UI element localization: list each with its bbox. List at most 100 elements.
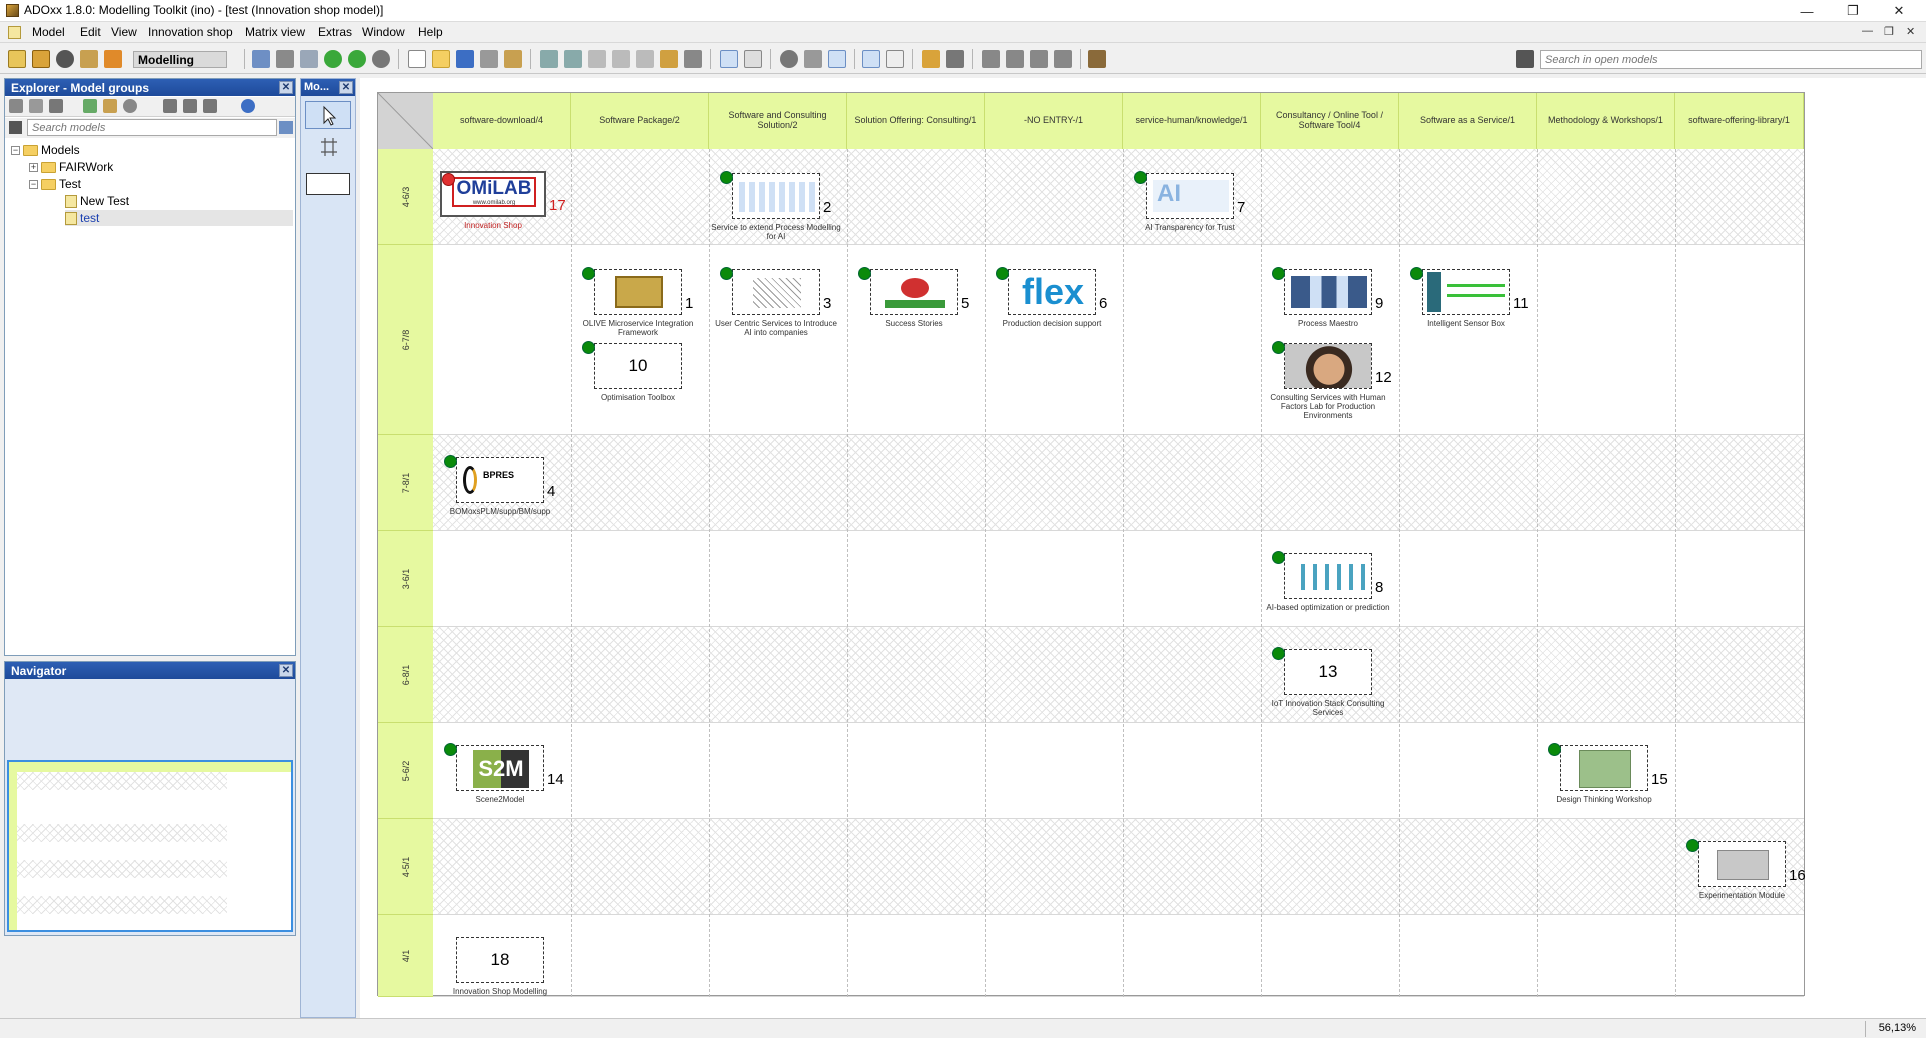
open-icon[interactable] [432, 50, 450, 68]
status-dot[interactable] [720, 171, 733, 184]
distribute-icon[interactable] [1030, 50, 1048, 68]
new-icon[interactable] [408, 50, 426, 68]
menu-extras[interactable]: Extras [318, 25, 352, 39]
evaluation-icon[interactable] [104, 50, 122, 68]
tree-item-models[interactable]: − Models [11, 142, 80, 158]
forward-icon[interactable] [348, 50, 366, 68]
print-icon[interactable] [480, 50, 498, 68]
mdi-close-icon[interactable]: ✕ [1906, 25, 1915, 38]
settings-icon[interactable] [372, 50, 390, 68]
find-icon[interactable] [804, 50, 822, 68]
zoom-icon[interactable] [780, 50, 798, 68]
maximize-icon[interactable]: ❐ [1830, 0, 1876, 22]
status-dot[interactable] [442, 173, 455, 186]
group-icon[interactable] [29, 99, 43, 113]
status-dot[interactable] [1272, 647, 1285, 660]
home-icon[interactable] [252, 50, 270, 68]
search-go-icon[interactable] [279, 121, 293, 134]
format-painter-icon[interactable] [660, 50, 678, 68]
mode-selector[interactable]: Modelling [133, 51, 227, 68]
column-header[interactable]: Solution Offering: Consulting/1 [847, 93, 985, 149]
analysis-icon[interactable] [56, 50, 74, 68]
menu-matrix-view[interactable]: Matrix view [245, 25, 305, 39]
refresh-icon[interactable] [123, 99, 137, 113]
status-dot[interactable] [582, 341, 595, 354]
grid-icon[interactable] [684, 50, 702, 68]
menu-window[interactable]: Window [362, 25, 405, 39]
row-header[interactable]: 5-6/2 [378, 723, 433, 819]
table-view-icon[interactable] [744, 50, 762, 68]
navigator-close-icon[interactable]: ✕ [279, 664, 293, 677]
menu-view[interactable]: View [111, 25, 137, 39]
redo-icon[interactable] [564, 50, 582, 68]
sort-icon[interactable] [203, 99, 217, 113]
status-dot[interactable] [582, 267, 595, 280]
cut-icon[interactable] [588, 50, 606, 68]
swimlane-tool[interactable] [305, 133, 351, 161]
column-header[interactable]: Software as a Service/1 [1399, 93, 1537, 149]
status-dot[interactable] [1134, 171, 1147, 184]
row-header[interactable]: 4-5/1 [378, 819, 433, 915]
crosshair-icon[interactable] [862, 50, 880, 68]
column-header[interactable]: Software and Consulting Solution/2 [709, 93, 847, 149]
drawing-area[interactable]: software-download/4 Software Package/2 S… [360, 78, 1926, 1018]
chart-icon[interactable] [83, 99, 97, 113]
copy-icon[interactable] [612, 50, 630, 68]
graphic-view-icon[interactable] [720, 50, 738, 68]
status-dot[interactable] [1272, 267, 1285, 280]
column-header[interactable]: Methodology & Workshops/1 [1537, 93, 1675, 149]
align-right-icon[interactable] [1054, 50, 1072, 68]
align-left-icon[interactable] [982, 50, 1000, 68]
status-dot[interactable] [1548, 743, 1561, 756]
row-header[interactable]: 6-7/8 [378, 245, 433, 435]
row-header[interactable]: 4-6/3 [378, 149, 433, 245]
export-icon[interactable] [504, 50, 522, 68]
collapse-icon[interactable]: − [11, 145, 20, 155]
binoculars-icon[interactable] [1516, 50, 1534, 68]
menu-model[interactable]: Model [32, 25, 65, 39]
row-header[interactable]: 6-8/1 [378, 627, 433, 723]
collapse-icon[interactable]: − [29, 179, 38, 189]
db-icon[interactable] [9, 99, 23, 113]
back-icon[interactable] [324, 50, 342, 68]
modelling-bar-close-icon[interactable]: ✕ [339, 81, 353, 94]
status-dot[interactable] [1272, 551, 1285, 564]
column-header[interactable]: Consultancy / Online Tool / Software Too… [1261, 93, 1399, 149]
connector-icon[interactable] [922, 50, 940, 68]
status-dot[interactable] [858, 267, 871, 280]
filter-icon[interactable] [103, 99, 117, 113]
menu-help[interactable]: Help [418, 25, 443, 39]
simulation-icon[interactable] [80, 50, 98, 68]
tree-item-new-test[interactable]: New Test [65, 193, 129, 209]
navigator-thumbnail[interactable] [7, 760, 293, 932]
tree-item-test-model[interactable]: test [65, 210, 293, 226]
minimize-icon[interactable]: — [1784, 0, 1830, 22]
mdi-restore-icon[interactable]: ❐ [1884, 25, 1894, 38]
tools-icon[interactable] [1088, 50, 1106, 68]
expand-icon[interactable]: + [29, 162, 38, 172]
tree-item-fairwork[interactable]: + FAIRWork [29, 159, 113, 175]
column-header[interactable]: software-offering-library/1 [1675, 93, 1804, 149]
pointer-tool[interactable] [305, 101, 351, 129]
search-open-models[interactable] [1540, 50, 1922, 69]
row-header[interactable]: 4/1 [378, 915, 433, 997]
expand-icon[interactable] [163, 99, 177, 113]
close-icon[interactable]: ✕ [1876, 0, 1922, 22]
status-dot[interactable] [720, 267, 733, 280]
save-icon[interactable] [456, 50, 474, 68]
status-dot[interactable] [996, 267, 1009, 280]
status-dot[interactable] [1272, 341, 1285, 354]
align-center-icon[interactable] [1006, 50, 1024, 68]
explorer-close-icon[interactable]: ✕ [279, 81, 293, 94]
window-icon[interactable] [300, 50, 318, 68]
paste-icon[interactable] [636, 50, 654, 68]
help-icon[interactable] [241, 99, 255, 113]
mdi-minimize-icon[interactable]: — [1862, 25, 1873, 37]
column-header[interactable]: -NO ENTRY-/1 [985, 93, 1123, 149]
shape-tool[interactable] [306, 173, 350, 195]
status-dot[interactable] [1410, 267, 1423, 280]
search-models-input[interactable] [27, 119, 277, 136]
route-icon[interactable] [946, 50, 964, 68]
edit-icon[interactable] [8, 50, 26, 68]
row-header[interactable]: 3-6/1 [378, 531, 433, 627]
